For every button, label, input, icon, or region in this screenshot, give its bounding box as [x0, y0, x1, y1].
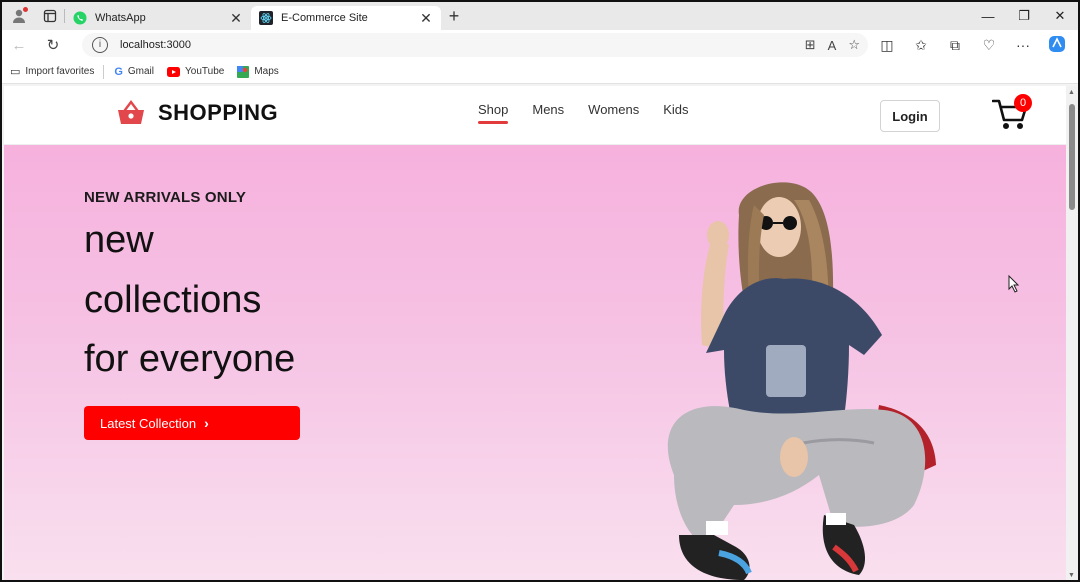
favorites-bar: ▭ Import favorites G Gmail YouTube Maps	[2, 60, 1078, 84]
collections-icon[interactable]: ⧉	[938, 37, 972, 54]
web-page: SHOPPING Shop Mens Womens Kids Login 0 N…	[4, 86, 1066, 580]
minimize-icon[interactable]: —	[970, 2, 1006, 30]
hero-model-image	[667, 182, 936, 580]
shopping-basket-icon	[118, 100, 144, 124]
app-available-icon[interactable]: ⊞	[805, 37, 816, 53]
browser-window: WhatsApp ✕ E-Commerce Site ✕ + — ❐ ✕ ← ↻…	[0, 0, 1080, 582]
site-menu: Shop Mens Womens Kids	[478, 102, 689, 124]
favorite-star-icon[interactable]: ☆	[848, 37, 860, 53]
menu-item-kids[interactable]: Kids	[663, 102, 688, 123]
address-bar-actions: ⊞ A ☆	[805, 33, 860, 57]
favorites-separator	[103, 64, 105, 79]
tab-ecommerce[interactable]: E-Commerce Site ✕	[251, 6, 441, 30]
restore-icon[interactable]: ❐	[1006, 2, 1042, 30]
split-screen-icon[interactable]: ◫	[870, 37, 904, 54]
copilot-logo	[1049, 35, 1065, 52]
favorite-label: Maps	[254, 66, 279, 77]
tab-actions-icon	[43, 9, 57, 23]
mouse-cursor-icon	[1008, 275, 1020, 293]
site-logo[interactable]: SHOPPING	[116, 100, 278, 126]
latest-collection-button[interactable]: Latest Collection ›	[84, 406, 300, 440]
address-bar[interactable]: i localhost:3000 ⊞ A ☆	[82, 33, 868, 57]
favorite-gmail[interactable]: G Gmail	[114, 66, 154, 78]
back-arrow-icon: ←	[11, 36, 27, 54]
react-icon	[259, 11, 273, 25]
hero-banner: NEW ARRIVALS ONLY new collections for ev…	[4, 145, 1066, 580]
more-options-icon[interactable]: ···	[1006, 37, 1040, 53]
refresh-icon: ↻	[46, 37, 60, 54]
scrollbar-thumb[interactable]	[1069, 104, 1075, 210]
read-aloud-icon[interactable]: A	[828, 38, 837, 53]
profile-notification-dot	[23, 7, 28, 12]
site-navbar: SHOPPING Shop Mens Womens Kids Login 0	[4, 86, 1066, 145]
menu-item-mens[interactable]: Mens	[532, 102, 564, 123]
hero-headline-line: new	[84, 219, 154, 261]
maps-icon	[237, 65, 250, 78]
tab-whatsapp[interactable]: WhatsApp ✕	[65, 6, 251, 30]
brand-name: SHOPPING	[158, 100, 279, 125]
tab-actions-button[interactable]	[36, 2, 64, 30]
whatsapp-icon	[73, 11, 87, 25]
tab-strip: WhatsApp ✕ E-Commerce Site ✕ + — ❐ ✕	[2, 2, 1078, 30]
url-text: localhost:3000	[120, 39, 191, 51]
cta-label: Latest Collection	[100, 415, 197, 431]
favorites-icon[interactable]: ✩	[904, 37, 938, 54]
tab-title: WhatsApp	[95, 12, 146, 24]
refresh-button[interactable]: ↻	[36, 30, 70, 60]
favorite-youtube[interactable]: YouTube	[167, 66, 224, 77]
menu-item-shop[interactable]: Shop	[478, 102, 509, 124]
favorite-label: Import favorites	[25, 66, 95, 77]
close-tab-icon[interactable]: ✕	[419, 10, 433, 27]
cart-button[interactable]: 0	[992, 94, 1036, 132]
close-window-icon[interactable]: ✕	[1042, 2, 1078, 30]
favorite-maps[interactable]: Maps	[237, 65, 279, 78]
menu-item-womens[interactable]: Womens	[588, 102, 639, 123]
browser-essentials-icon[interactable]: ♡	[972, 37, 1006, 54]
import-icon: ▭	[10, 66, 21, 78]
youtube-icon	[167, 66, 181, 77]
page-scrollbar[interactable]: ▲ ▼	[1066, 86, 1078, 580]
copilot-icon[interactable]	[1040, 35, 1074, 56]
favorite-label: YouTube	[185, 66, 225, 77]
favorite-label: Gmail	[127, 66, 155, 77]
hero-headline-line: collections	[84, 279, 262, 321]
window-controls: — ❐ ✕	[970, 2, 1078, 30]
scroll-down-icon[interactable]: ▼	[1068, 572, 1075, 579]
cart-count-badge: 0	[1014, 94, 1032, 112]
login-button[interactable]: Login	[880, 100, 940, 132]
site-info-icon[interactable]: i	[92, 37, 108, 53]
close-tab-icon[interactable]: ✕	[229, 10, 243, 27]
profile-button[interactable]	[2, 2, 36, 30]
toolbar-buttons: ◫ ✩ ⧉ ♡ ···	[870, 30, 1074, 60]
hero-headline-line: for everyone	[84, 338, 296, 380]
google-icon: G	[114, 65, 123, 78]
back-button[interactable]: ←	[2, 30, 36, 60]
tab-title: E-Commerce Site	[281, 12, 368, 24]
navigation-bar: ← ↻ i localhost:3000 ⊞ A ☆ ◫ ✩ ⧉ ♡ ···	[2, 30, 1078, 60]
new-tab-button[interactable]: +	[441, 6, 467, 27]
scroll-up-icon[interactable]: ▲	[1068, 89, 1075, 96]
hero-eyebrow: NEW ARRIVALS ONLY	[84, 189, 247, 206]
favorite-import[interactable]: ▭ Import favorites	[10, 65, 94, 78]
chevron-right-icon: ›	[204, 415, 209, 431]
